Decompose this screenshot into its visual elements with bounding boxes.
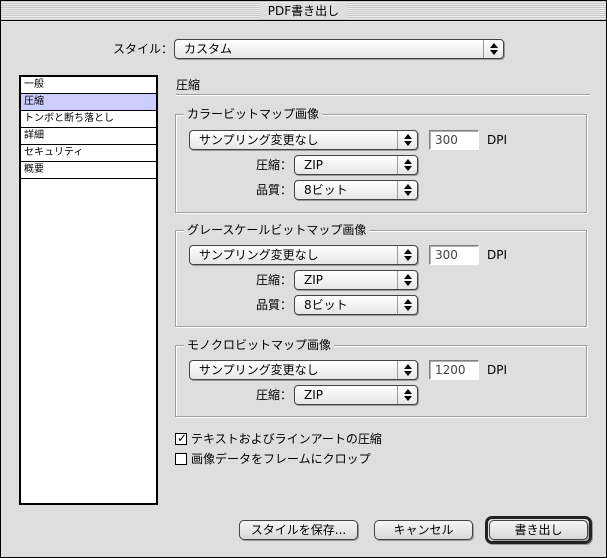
title-bar[interactable]: PDF書き出し (1, 1, 606, 21)
cancel-button[interactable]: キャンセル (374, 520, 473, 540)
panel-divider (176, 94, 590, 95)
pdf-export-dialog: PDF書き出し スタイル： カスタム 一般 圧縮 トンボと断ち落とし 詳細 セキ… (0, 0, 607, 558)
sidebar-item-summary[interactable]: 概要 (21, 162, 156, 179)
monochrome-bitmap-group (175, 345, 587, 417)
gray-sampling-value: サンプリング変更なし (199, 248, 319, 262)
export-button[interactable]: 書き出し (489, 520, 588, 540)
panel-heading: 圧縮 (176, 78, 201, 92)
color-compression-label: 圧縮： (256, 158, 293, 172)
mono-compression-value: ZIP (304, 388, 323, 402)
compress-text-checkbox[interactable]: ✓ (175, 431, 188, 445)
color-quality-label: 品質： (256, 183, 293, 197)
mono-compression-select[interactable]: ZIP (294, 385, 418, 405)
color-sampling-value: サンプリング変更なし (199, 133, 319, 147)
popup-arrows-icon (397, 131, 417, 149)
crop-images-checkbox[interactable] (175, 453, 187, 465)
popup-arrows-icon (397, 181, 417, 199)
category-list[interactable]: 一般 圧縮 トンボと断ち落とし 詳細 セキュリティ 概要 (19, 75, 158, 505)
mono-dpi-field[interactable]: 1200 (429, 360, 479, 380)
gray-sampling-select[interactable]: サンプリング変更なし (189, 245, 418, 265)
color-quality-select[interactable]: 8ビット (294, 180, 418, 200)
gray-quality-value: 8ビット (304, 298, 348, 312)
gray-group-title: グレースケールビットマップ画像 (184, 222, 370, 238)
gray-compression-select[interactable]: ZIP (294, 270, 418, 290)
color-compression-value: ZIP (304, 158, 323, 172)
style-select[interactable]: カスタム (174, 39, 504, 59)
gray-quality-select[interactable]: 8ビット (294, 295, 418, 315)
crop-images-label[interactable]: 画像データをフレームにクロップ (191, 451, 371, 467)
mono-group-title: モノクロビットマップ画像 (184, 337, 335, 353)
popup-arrows-icon (397, 386, 417, 404)
compress-text-label[interactable]: テキストおよびラインアートの圧縮 (191, 431, 382, 447)
popup-arrows-icon (397, 271, 417, 289)
color-dpi-unit: DPI (487, 133, 508, 147)
style-select-value: カスタム (184, 42, 233, 56)
sidebar-item-security[interactable]: セキュリティ (21, 145, 156, 162)
mono-sampling-value: サンプリング変更なし (199, 363, 319, 377)
popup-arrows-icon (397, 296, 417, 314)
mono-compression-label: 圧縮： (256, 388, 293, 402)
mono-dpi-unit: DPI (487, 363, 508, 377)
gray-dpi-unit: DPI (487, 248, 508, 262)
window-title: PDF書き出し (259, 3, 348, 19)
color-compression-select[interactable]: ZIP (294, 155, 418, 175)
gray-dpi-field[interactable]: 300 (429, 245, 479, 265)
sidebar-item-general[interactable]: 一般 (21, 77, 156, 94)
sidebar-item-advanced[interactable]: 詳細 (21, 128, 156, 145)
mono-sampling-select[interactable]: サンプリング変更なし (189, 360, 418, 380)
popup-arrows-icon (397, 246, 417, 264)
sidebar-item-marks-bleed[interactable]: トンボと断ち落とし (21, 111, 156, 128)
popup-arrows-icon (483, 40, 503, 58)
popup-arrows-icon (397, 156, 417, 174)
popup-arrows-icon (397, 361, 417, 379)
color-quality-value: 8ビット (304, 183, 348, 197)
sidebar-item-compression[interactable]: 圧縮 (21, 94, 156, 111)
color-dpi-field[interactable]: 300 (429, 130, 479, 150)
gray-quality-label: 品質： (256, 298, 293, 312)
gray-compression-value: ZIP (304, 273, 323, 287)
checkmark-icon: ✓ (177, 431, 188, 445)
save-style-button[interactable]: スタイルを保存... (239, 520, 358, 540)
color-group-title: カラービットマップ画像 (184, 106, 323, 122)
gray-compression-label: 圧縮： (256, 273, 293, 287)
style-label: スタイル： (113, 42, 174, 56)
color-sampling-select[interactable]: サンプリング変更なし (189, 130, 418, 150)
